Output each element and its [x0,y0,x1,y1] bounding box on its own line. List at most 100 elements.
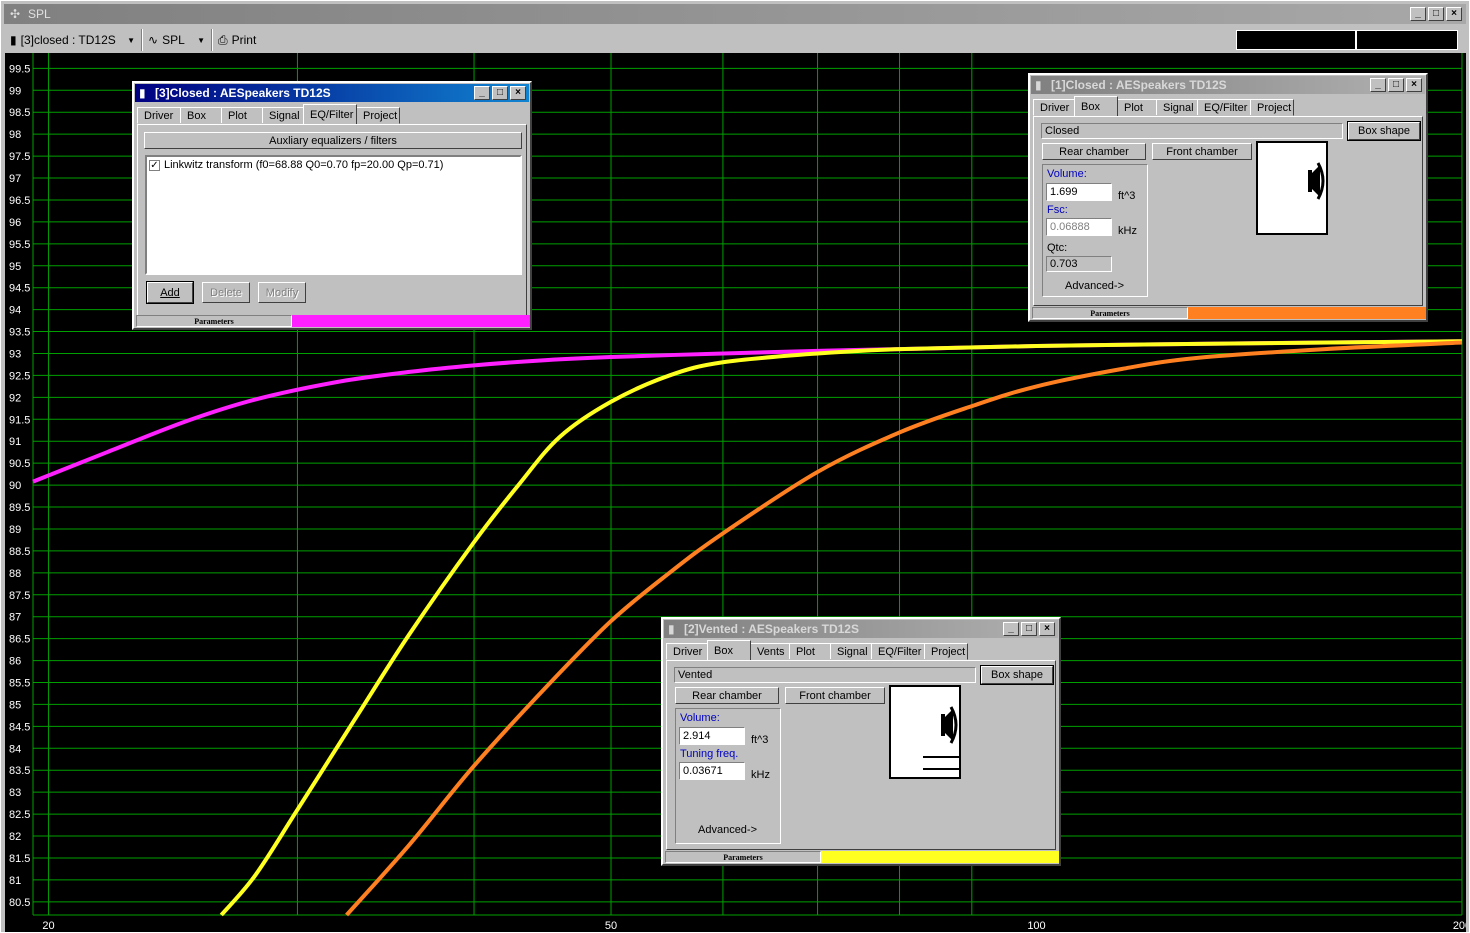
dialog-3-status-bar: Parameters [136,315,530,327]
y-tick-label: 96.5 [9,195,30,207]
minimize-button[interactable]: _ [1410,7,1426,21]
box-shape-preview [889,685,961,779]
y-tick-label: 92.5 [9,370,30,382]
maximize-button[interactable]: □ [1021,622,1037,636]
speaker-icon: ▮ [10,33,17,47]
dialog-2-tabs: Driver Box Vents Plot Signal EQ/Filter P… [666,640,1056,660]
curve-color-swatch [292,315,530,327]
y-tick-label: 98.5 [9,107,30,119]
fsc-input[interactable]: 0.06888 [1046,218,1112,236]
tab-project[interactable]: Project [924,643,968,660]
plot-select[interactable]: ∿ SPL ▼ [142,29,212,51]
print-button[interactable]: ⎙ Print [212,29,262,51]
speaker-icon: ▮ [668,622,675,636]
rear-chamber-button[interactable]: Rear chamber [675,687,779,704]
qtc-field: 0.703 [1046,256,1112,272]
tuning-freq-input[interactable]: 0.03671 [679,762,745,780]
dialog-1-closed: ▮ [1]Closed : AESpeakers TD12S _ □ × Dri… [1028,73,1428,322]
tab-signal[interactable]: Signal [830,643,872,660]
tab-signal[interactable]: Signal [1156,99,1198,116]
volume-input[interactable]: 2.914 [679,727,745,745]
plot-select-label: SPL [162,33,185,47]
advanced-link[interactable]: Advanced-> [698,824,757,836]
y-tick-label: 99.5 [9,63,30,75]
tab-vents[interactable]: Vents [750,643,790,660]
y-tick-label: 83 [9,787,21,799]
maximize-button[interactable]: □ [492,86,508,100]
tab-box[interactable]: Box [707,640,751,660]
y-tick-label: 85.5 [9,678,30,690]
add-button[interactable]: Add [146,281,194,304]
filter-item-label: Linkwitz transform (f0=68.88 Q0=0.70 fp=… [164,159,444,171]
tab-signal[interactable]: Signal [262,107,304,124]
tab-eq-filter[interactable]: EQ/Filter [871,643,925,660]
y-tick-label: 92 [9,392,21,404]
y-tick-label: 97.5 [9,151,30,163]
minimize-button[interactable]: _ [1003,622,1019,636]
dialog-1-panel: Closed Box shape Rear chamber Front cham… [1033,116,1423,306]
curve-color-swatch [821,851,1059,863]
tab-project[interactable]: Project [356,107,400,124]
advanced-link[interactable]: Advanced-> [1065,280,1124,292]
tab-plot[interactable]: Plot [1117,99,1157,116]
tab-box[interactable]: Box [180,107,222,124]
app-icon: ✣ [10,7,21,21]
maximize-button[interactable]: □ [1388,78,1404,92]
y-tick-label: 97 [9,173,21,185]
parameters-label: Parameters [665,851,821,863]
dialog-1-title-bar[interactable]: ▮ [1]Closed : AESpeakers TD12S _ □ × [1031,76,1425,94]
tab-eq-filter[interactable]: EQ/Filter [303,104,357,124]
dialog-2-title-bar[interactable]: ▮ [2]Vented : AESpeakers TD12S _ □ × [664,620,1058,638]
dialog-2-title: [2]Vented : AESpeakers TD12S [684,622,859,636]
tab-driver[interactable]: Driver [137,107,181,124]
box-shape-button[interactable]: Box shape [980,665,1054,685]
maximize-button[interactable]: □ [1428,7,1444,21]
fsc-unit: kHz [1118,225,1137,237]
tab-eq-filter[interactable]: EQ/Filter [1197,99,1251,116]
x-tick-label: 100 [1027,920,1045,932]
y-tick-label: 94.5 [9,283,30,295]
filter-list[interactable]: ✓ Linkwitz transform (f0=68.88 Q0=0.70 f… [145,155,522,275]
box-shape-preview [1256,141,1328,235]
tab-project[interactable]: Project [1250,99,1294,116]
tab-driver[interactable]: Driver [1033,99,1075,116]
dialog-2-panel: Vented Box shape Rear chamber Front cham… [666,660,1056,850]
y-tick-label: 95.5 [9,239,30,251]
list-item[interactable]: ✓ Linkwitz transform (f0=68.88 Q0=0.70 f… [147,157,520,173]
front-chamber-button[interactable]: Front chamber [1152,143,1252,160]
tab-plot[interactable]: Plot [221,107,263,124]
project-select[interactable]: ▮ [3]closed : TD12S ▼ [4,29,142,51]
close-button[interactable]: × [510,86,526,100]
window-title-bar[interactable]: ✣ SPL _ □ × [4,4,1466,24]
tab-driver[interactable]: Driver [666,643,708,660]
front-chamber-button[interactable]: Front chamber [785,687,885,704]
delete-button[interactable]: Delete [202,282,250,303]
minimize-button[interactable]: _ [1370,78,1386,92]
series-line-0 [32,339,1463,484]
dialog-3-title-bar[interactable]: ▮ [3]Closed : AESpeakers TD12S _ □ × [135,84,529,102]
close-button[interactable]: × [1039,622,1055,636]
volume-unit: ft^3 [751,734,769,746]
y-tick-label: 81.5 [9,853,30,865]
modify-button[interactable]: Modify [258,282,306,303]
filter-checkbox[interactable]: ✓ [149,159,160,171]
close-button[interactable]: × [1446,7,1462,21]
toolbar: ▮ [3]closed : TD12S ▼ ∿ SPL ▼ ⎙ Print [4,27,1466,53]
speaker-icon: ▮ [139,86,146,100]
y-tick-label: 83.5 [9,765,30,777]
dialog-1-tabs: Driver Box Plot Signal EQ/Filter Project [1033,96,1423,116]
volume-input[interactable]: 1.699 [1046,183,1112,201]
tab-plot[interactable]: Plot [789,643,831,660]
readout-box-1 [1236,30,1356,50]
minimize-button[interactable]: _ [474,86,490,100]
tab-box[interactable]: Box [1074,96,1118,116]
y-tick-label: 93 [9,348,21,360]
close-button[interactable]: × [1406,78,1422,92]
box-type-field: Closed [1041,123,1343,139]
dialog-3-title: [3]Closed : AESpeakers TD12S [155,86,331,100]
box-shape-button[interactable]: Box shape [1347,121,1421,141]
y-tick-label: 89.5 [9,502,30,514]
y-tick-label: 87.5 [9,590,30,602]
y-tick-label: 86 [9,656,21,668]
rear-chamber-button[interactable]: Rear chamber [1042,143,1146,160]
